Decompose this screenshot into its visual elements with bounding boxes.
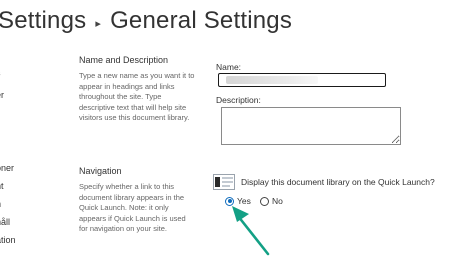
left-nav: s er oner nt n håll ation (0, 0, 30, 258)
left-nav-item[interactable]: er (0, 90, 4, 100)
name-description-section-title: Name and Description (79, 55, 169, 65)
navigation-section-title: Navigation (79, 166, 122, 176)
quick-launch-question: Display this document library on the Qui… (241, 177, 435, 187)
left-nav-item[interactable]: s (0, 68, 1, 78)
name-label: Name: (216, 62, 242, 72)
description-textarea[interactable] (221, 107, 401, 145)
left-nav-item[interactable]: ation (0, 235, 16, 245)
description-label: Description: (216, 95, 261, 105)
quick-launch-icon (213, 174, 235, 190)
name-description-help-text: Type a new name as you want it to appear… (79, 71, 195, 122)
left-nav-item[interactable]: håll (0, 217, 10, 227)
navigation-help-text: Specify whether a link to this document … (79, 182, 186, 233)
name-input[interactable] (218, 73, 386, 87)
breadcrumb: Settings ▸ General Settings (0, 4, 292, 38)
page-title: General Settings (110, 7, 293, 34)
left-nav-item[interactable]: n (0, 199, 1, 209)
breadcrumb-separator-icon: ▸ (95, 17, 102, 30)
left-nav-item[interactable]: nt (0, 181, 4, 191)
pointer-arrow-icon (232, 206, 270, 256)
left-nav-item[interactable]: oner (0, 163, 14, 173)
